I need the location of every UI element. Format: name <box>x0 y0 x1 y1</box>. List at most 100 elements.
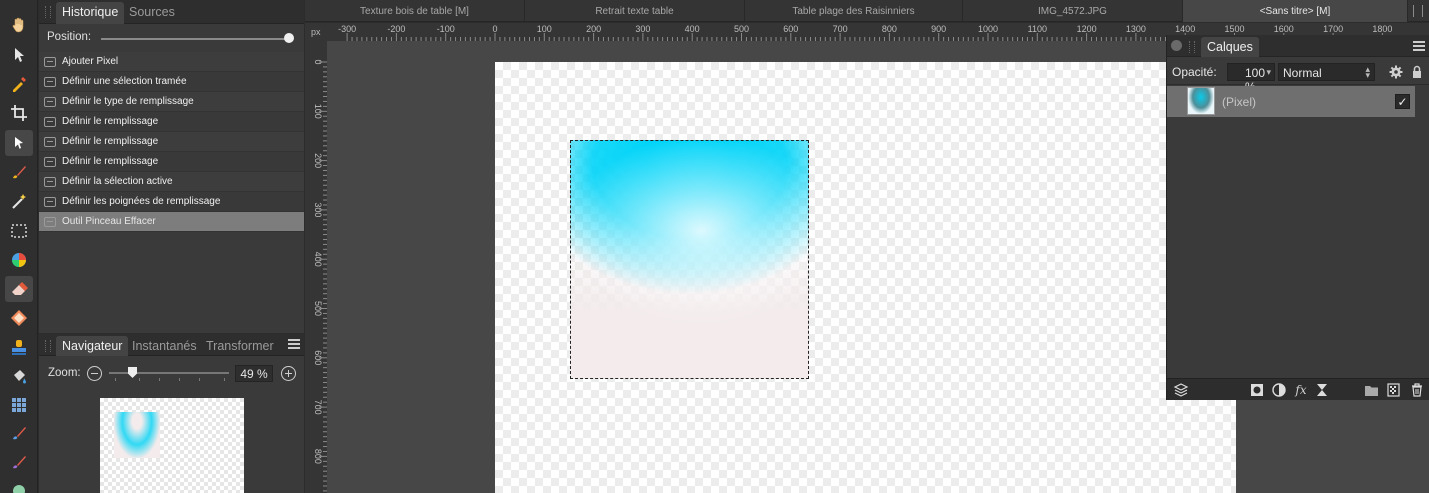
history-item[interactable]: Définir le remplissage <box>39 132 304 152</box>
doc-tab[interactable]: Retrait texte table <box>525 0 745 22</box>
navigator-tabbar: Navigateur Instantanés Transformer <box>39 334 304 356</box>
live-filter-icon[interactable] <box>1314 382 1330 398</box>
flood-fill-icon[interactable] <box>5 363 33 389</box>
blend-mode-select[interactable]: Normal ▴ ▾ <box>1278 63 1375 81</box>
layer-row[interactable]: (Pixel) ✓ <box>1167 86 1415 117</box>
zoom-out-icon[interactable] <box>87 366 102 381</box>
doc-tab[interactable]: Table plage des Raisinniers <box>745 0 963 22</box>
tab-navigateur[interactable]: Navigateur <box>56 336 129 356</box>
grip-icon[interactable] <box>1189 41 1195 53</box>
zoom-value-field[interactable]: 49 % <box>235 365 273 382</box>
ruler-h-label: 1400 <box>1175 24 1195 34</box>
hand-icon[interactable] <box>5 12 33 38</box>
clone-stamp-icon[interactable] <box>5 334 33 360</box>
up-down-arrows-icon: ▴ ▾ <box>1365 64 1370 80</box>
history-step-icon <box>44 97 56 107</box>
layer-name: (Pixel) <box>1222 95 1257 109</box>
grip-icon[interactable] <box>45 340 51 352</box>
history-step-icon <box>44 217 56 227</box>
doc-tab[interactable]: Texture bois de table [M] <box>305 0 525 22</box>
folder-icon[interactable] <box>1363 382 1379 398</box>
history-item-selected[interactable]: Outil Pinceau Effacer <box>39 212 304 232</box>
position-slider-knob[interactable] <box>284 33 294 43</box>
history-step-icon <box>44 77 56 87</box>
position-row: Position: <box>39 26 304 48</box>
blur-icon[interactable] <box>5 476 33 493</box>
crop-icon[interactable] <box>5 100 33 126</box>
history-tabbar: Historique Sources <box>39 0 304 24</box>
history-step-icon <box>44 117 56 127</box>
tab-bar-handle-icon[interactable] <box>1413 5 1423 17</box>
zoom-row: Zoom: 49 % <box>39 360 304 386</box>
color-picker-icon[interactable] <box>5 71 33 97</box>
ruler-h-label: -200 <box>387 24 405 34</box>
fx-icon[interactable]: fx <box>1293 382 1309 398</box>
fill-icon[interactable] <box>5 305 33 331</box>
opacity-field[interactable]: 100 % ▾ <box>1227 63 1275 94</box>
history-item[interactable]: Définir le type de remplissage <box>39 92 304 112</box>
opacity-row: Opacité: 100 % ▾ Normal ▴▾ <box>1167 59 1429 94</box>
close-icon[interactable] <box>1171 40 1182 51</box>
tab-calques[interactable]: Calques <box>1201 37 1259 57</box>
layer-visibility-checkbox[interactable]: ✓ <box>1395 94 1410 109</box>
history-item[interactable]: Définir le remplissage <box>39 112 304 132</box>
new-layer-icon[interactable] <box>1385 382 1401 398</box>
layers-panel: Calques Opacité: 100 % ▾ Normal ▴▾ (Pixe… <box>1166 35 1429 400</box>
history-item[interactable]: Définir la sélection active <box>39 172 304 192</box>
eraser-icon[interactable] <box>5 276 33 302</box>
selection-marquee[interactable] <box>570 140 809 379</box>
history-item[interactable]: Définir le remplissage <box>39 152 304 172</box>
history-step-icon <box>44 57 56 67</box>
ruler-h-label: 500 <box>734 24 749 34</box>
doc-tab-active[interactable]: <Sans titre> [M] <box>1183 0 1408 22</box>
navigator-thumbnail <box>114 412 160 458</box>
panel-menu-icon[interactable] <box>288 339 300 349</box>
ruler-h-label: 1800 <box>1372 24 1392 34</box>
layers-stack-icon[interactable] <box>1173 382 1189 398</box>
lock-icon[interactable] <box>1410 65 1424 79</box>
ruler-h-label: 100 <box>537 24 552 34</box>
smudge-icon[interactable] <box>5 420 33 446</box>
color-wheel-icon[interactable] <box>5 247 33 273</box>
paint-brush-icon[interactable] <box>5 159 33 185</box>
history-item[interactable]: Définir une sélection tramée <box>39 72 304 92</box>
tab-sources[interactable]: Sources <box>123 2 181 24</box>
tab-historique[interactable]: Historique <box>56 2 125 24</box>
mesh-icon[interactable] <box>5 392 33 418</box>
document-page[interactable] <box>495 62 1236 493</box>
zoom-tick <box>224 378 225 381</box>
doc-tab[interactable]: IMG_4572.JPG <box>963 0 1183 22</box>
position-label: Position: <box>47 31 92 43</box>
zoom-slider-knob[interactable] <box>128 367 137 378</box>
history-item[interactable]: Définir les poignées de remplissage <box>39 192 304 212</box>
zoom-slider[interactable] <box>109 372 229 374</box>
gear-icon[interactable] <box>1389 65 1403 79</box>
navigator-preview[interactable] <box>100 398 244 493</box>
adjustment-icon[interactable] <box>1271 382 1287 398</box>
history-list: Ajouter Pixel Définir une sélection tram… <box>39 52 304 232</box>
mask-icon[interactable] <box>1249 382 1265 398</box>
marquee-icon[interactable] <box>5 218 33 244</box>
layers-tabbar: Calques <box>1167 35 1429 57</box>
dodge-icon[interactable] <box>5 449 33 475</box>
ruler-h-label: 1600 <box>1274 24 1294 34</box>
selection-brush-icon[interactable] <box>5 130 33 156</box>
history-item[interactable]: Ajouter Pixel <box>39 52 304 72</box>
magic-wand-icon[interactable] <box>5 188 33 214</box>
panel-menu-icon[interactable] <box>1413 41 1425 51</box>
zoom-tick <box>115 378 116 381</box>
ruler-h-label: 200 <box>586 24 601 34</box>
trash-icon[interactable] <box>1409 382 1425 398</box>
ruler-h-label: 1200 <box>1077 24 1097 34</box>
move-icon[interactable] <box>5 42 33 68</box>
tab-instantanes[interactable]: Instantanés <box>126 336 203 356</box>
tab-transformer[interactable]: Transformer <box>200 336 280 356</box>
grip-icon[interactable] <box>45 6 51 18</box>
chevron-down-icon[interactable]: ▾ <box>1266 67 1271 78</box>
zoom-tick <box>199 378 200 381</box>
zoom-in-icon[interactable] <box>281 366 296 381</box>
document-tabs: Texture bois de table [M] Retrait texte … <box>305 0 1429 22</box>
position-slider[interactable] <box>101 38 290 40</box>
zoom-tick <box>159 378 160 381</box>
vertical-ruler-ticks: 0100200300400500600700800 <box>313 59 327 492</box>
